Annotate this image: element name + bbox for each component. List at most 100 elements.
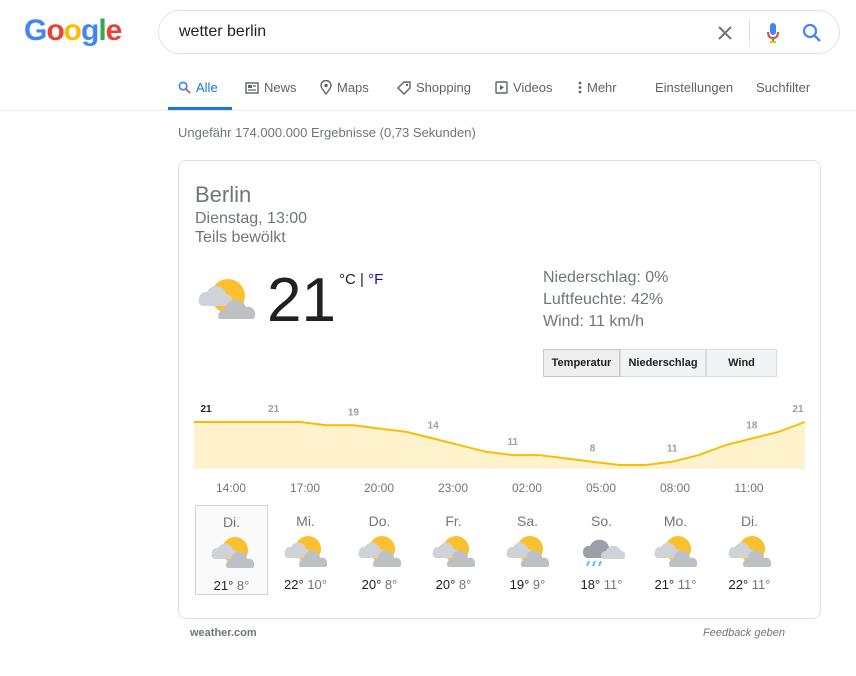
forecast-day[interactable]: Fr. 20° 8° — [417, 505, 490, 595]
forecast-low: 11° — [677, 577, 697, 592]
tab-videos[interactable]: Videos — [495, 80, 553, 95]
search-input[interactable]: wetter berlin — [179, 23, 266, 41]
tab-einstellungen[interactable]: Einstellungen — [655, 80, 733, 95]
tab-news[interactable]: News — [245, 80, 297, 95]
pin-icon — [320, 80, 332, 95]
forecast-temps: 21° 8° — [196, 578, 267, 593]
forecast-day-name: Sa. — [516, 513, 538, 529]
forecast-temps: 20° 8° — [417, 577, 490, 592]
weather-location: Berlin — [195, 182, 252, 207]
search-box[interactable]: wetter berlin — [158, 10, 840, 54]
forecast-day[interactable]: Do. 20° 8° — [343, 505, 416, 595]
unit-celsius[interactable]: °C — [339, 271, 356, 288]
partly-cloudy-icon — [210, 534, 256, 575]
forecast-day[interactable]: Di. 22° 11° — [713, 505, 786, 595]
tab-label: Mehr — [587, 80, 617, 95]
current-temperature: 21 — [267, 266, 336, 335]
chart-point-label: 14 — [428, 421, 440, 432]
weather-condition: Teils bewölkt — [195, 229, 286, 246]
forecast-low: 10° — [307, 577, 327, 592]
unit-fahrenheit[interactable]: °F — [368, 271, 383, 288]
wind-button[interactable]: Wind — [706, 349, 777, 377]
forecast-temps: 20° 8° — [343, 577, 416, 592]
chart-tick-label: 17:00 — [290, 481, 320, 495]
temperature-button[interactable]: Temperatur — [543, 349, 620, 377]
tag-icon — [397, 80, 411, 95]
tab-label: Alle — [196, 80, 218, 95]
forecast-high: 20° — [361, 577, 382, 592]
source-link[interactable]: weather.com — [190, 627, 257, 639]
forecast-low: 8° — [384, 577, 398, 592]
unit-separator: | — [355, 271, 369, 288]
precipitation-button[interactable]: Niederschlag — [620, 349, 706, 377]
forecast-low: 11° — [751, 577, 771, 592]
logo-letter: o — [46, 14, 64, 47]
forecast-day[interactable]: Mo. 21° 11° — [639, 505, 712, 595]
chart-tick-label: 20:00 — [364, 481, 394, 495]
forecast-temps: 19° 9° — [491, 577, 564, 592]
precipitation-detail: Niederschlag: 0% — [543, 269, 669, 286]
close-icon[interactable] — [714, 22, 736, 44]
logo-letter: l — [98, 14, 106, 47]
tab-maps[interactable]: Maps — [320, 80, 369, 95]
forecast-high: 22° — [728, 577, 749, 592]
tab-mehr[interactable]: Mehr — [578, 80, 617, 95]
chart-point-label: 8 — [590, 444, 596, 455]
search-icon[interactable] — [801, 22, 823, 44]
tab-suchfilter[interactable]: Suchfilter — [756, 80, 810, 95]
chart-point-label: 21 — [268, 404, 280, 415]
search-separator — [749, 19, 750, 47]
tab-alle[interactable]: Alle — [178, 80, 218, 95]
forecast-day-name: So. — [590, 513, 612, 529]
temperature-chart: 21 21 19 14 11 8 11 18 21 14:00 17:00 20:00 23:00 02:… — [194, 404, 806, 495]
tab-label: Einstellungen — [655, 80, 734, 95]
more-icon — [578, 81, 582, 94]
forecast-day-name: Di. — [222, 514, 241, 530]
chart-tick-label: 08:00 — [660, 481, 690, 495]
google-logo[interactable]: Google — [24, 14, 123, 48]
logo-letter: G — [24, 14, 47, 47]
partly-cloudy-icon — [653, 533, 699, 574]
play-icon — [495, 81, 508, 94]
forecast-high: 18° — [580, 577, 601, 592]
partly-cloudy-icon — [505, 533, 551, 574]
forecast-day[interactable]: So. 18° 11° — [565, 505, 638, 595]
forecast-high: 21° — [213, 578, 234, 593]
logo-letter: o — [63, 14, 82, 47]
tab-label: Shopping — [416, 80, 471, 95]
feedback-link[interactable]: Feedback geben — [703, 627, 785, 639]
forecast-high: 20° — [435, 577, 456, 592]
chart-point-label: 21 — [200, 404, 212, 415]
chart-tick-label: 23:00 — [438, 481, 468, 495]
forecast-temps: 22° 10° — [269, 577, 342, 592]
weather-datetime: Dienstag, 13:00 — [195, 210, 308, 227]
tab-label: Suchfilter — [756, 80, 811, 95]
chart-point-label: 21 — [792, 404, 804, 415]
chart-point-label: 11 — [507, 437, 518, 448]
partly-cloudy-icon — [357, 533, 403, 574]
tab-label: Videos — [513, 80, 553, 95]
wind-detail: Wind: 11 km/h — [543, 313, 645, 330]
unit-switch: °C | °F — [339, 271, 383, 288]
chart-mode-buttons: Temperatur Niederschlag Wind — [543, 349, 777, 377]
forecast-temps: 22° 11° — [713, 577, 786, 592]
forecast-high: 19° — [509, 577, 530, 592]
forecast-day-name: Di. — [740, 513, 759, 529]
chart-point-label: 11 — [667, 444, 678, 455]
forecast-low: 11° — [603, 577, 623, 592]
forecast-day[interactable]: Sa. 19° 9° — [491, 505, 564, 595]
partly-cloudy-icon — [431, 533, 477, 574]
weather-card: Berlin Dienstag, 13:00 Teils bewölkt 21 … — [178, 160, 821, 619]
forecast-day-name: Fr. — [445, 513, 462, 529]
mic-icon[interactable] — [762, 22, 784, 44]
forecast-low: 9° — [532, 577, 546, 592]
chart-tick-label: 14:00 — [216, 481, 246, 495]
logo-letter: e — [105, 14, 123, 47]
chart-point-label: 19 — [348, 407, 360, 418]
news-icon — [245, 81, 259, 94]
forecast-day[interactable]: Di. 21° 8° — [195, 505, 268, 595]
result-stats: Ungefähr 174.000.000 Ergebnisse (0,73 Se… — [178, 125, 476, 140]
tab-shopping[interactable]: Shopping — [397, 80, 471, 95]
tab-label: Maps — [337, 80, 369, 95]
forecast-day[interactable]: Mi. 22° 10° — [269, 505, 342, 595]
